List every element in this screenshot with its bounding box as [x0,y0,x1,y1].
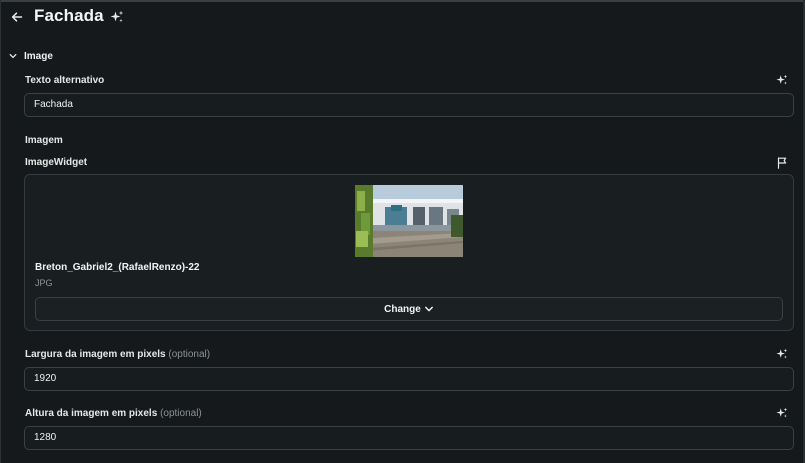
sparkle-icon[interactable] [776,348,788,360]
height-input[interactable]: 1280 [24,426,794,450]
section-toggle-image[interactable]: Image [8,48,53,64]
section-label: Image [24,50,53,62]
change-button[interactable]: Change [35,297,783,321]
sparkle-icon[interactable] [110,10,124,24]
image-widget-label: ImageWidget [25,157,88,168]
width-optional-text: (optional) [168,349,211,360]
sparkle-icon[interactable] [776,407,788,419]
window-left-border [0,0,1,463]
sparkle-icon[interactable] [776,74,788,86]
flag-icon[interactable] [777,157,788,169]
file-name: Breton_Gabriel2_(RafaelRenzo)-22 [35,262,200,273]
file-type: JPG [35,278,53,288]
height-label-text: Altura da imagem em pixels [25,408,158,419]
arrow-left-icon[interactable] [9,9,25,25]
width-input[interactable]: 1920 [24,367,794,391]
alt-text-input[interactable]: Fachada [24,93,794,117]
image-widget: Breton_Gabriel2_(RafaelRenzo)-22 JPG Cha… [24,174,794,331]
alt-text-label: Texto alternativo [25,75,105,86]
image-group-label: Imagem [25,135,63,146]
change-button-label: Change [384,303,421,315]
chevron-down-icon [9,53,17,59]
image-thumbnail[interactable] [355,185,463,257]
header: Fachada [0,2,805,32]
height-optional-text: (optional) [160,408,202,419]
width-label-text: Largura da imagem em pixels [25,349,166,360]
width-label: Largura da imagem em pixels (optional) [25,349,210,360]
chevron-down-icon [424,306,433,312]
height-label: Altura da imagem em pixels (optional) [25,408,202,419]
page-title: Fachada [34,6,104,25]
